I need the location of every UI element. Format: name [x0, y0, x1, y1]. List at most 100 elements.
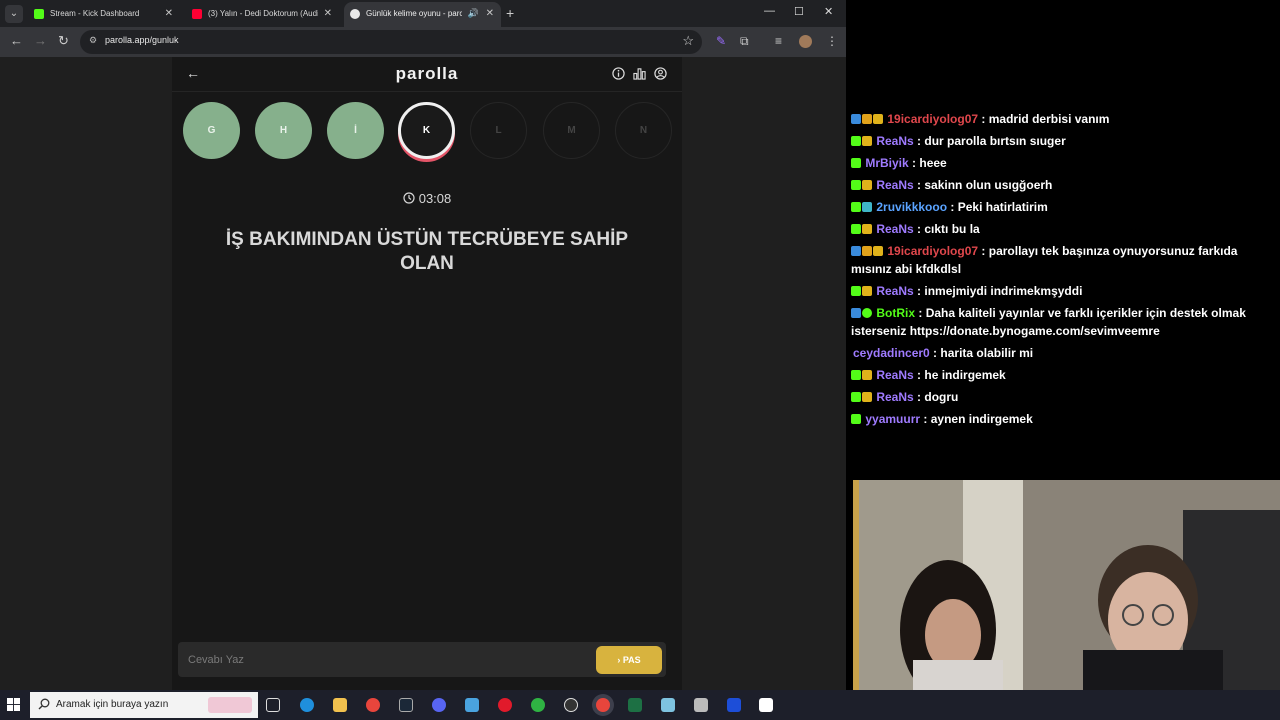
- chat-message: ReaNs : sakinn olun usıgğoerh: [851, 176, 1280, 194]
- chrome-icon[interactable]: [366, 698, 380, 712]
- letter-circle-g: G: [183, 102, 240, 159]
- close-icon[interactable]: ✕: [486, 2, 494, 25]
- profile-avatar[interactable]: [799, 35, 812, 48]
- opera-gx-icon[interactable]: [498, 698, 512, 712]
- chat-username[interactable]: 19icardiyolog07: [887, 112, 978, 126]
- parolla-favicon-icon: [350, 9, 360, 19]
- chat-username[interactable]: ReaNs: [876, 368, 913, 382]
- chat-username[interactable]: ceydadincer0: [853, 346, 930, 360]
- chat-message: ReaNs : he indirgemek: [851, 366, 1280, 384]
- letter-circle-l: L: [470, 102, 527, 159]
- edge-icon[interactable]: [300, 698, 314, 712]
- user-profile-icon[interactable]: [654, 67, 667, 80]
- badge-icon: [862, 202, 872, 212]
- obs-icon[interactable]: [564, 698, 578, 712]
- badge-icon: [851, 158, 861, 168]
- search-icon: [38, 698, 50, 710]
- answer-input[interactable]: [178, 642, 588, 677]
- excel-icon[interactable]: [628, 698, 642, 712]
- answer-form: › PAS: [178, 642, 666, 677]
- info-icon[interactable]: [612, 67, 625, 80]
- chat-message: 2ruvikkkooo : Peki hatirlatirim: [851, 198, 1280, 216]
- pass-label: PAS: [622, 655, 641, 665]
- chat-username[interactable]: BotRix: [876, 306, 915, 320]
- badge-icon: [851, 202, 861, 212]
- badge-icon: [851, 114, 861, 124]
- close-icon[interactable]: ✕: [165, 2, 173, 25]
- close-window-button[interactable]: ✕: [824, 5, 833, 18]
- tab-youtube[interactable]: (3) Yalın - Dedi Doktorum (Audi ✕: [186, 2, 339, 27]
- app-header: ← parolla: [172, 57, 682, 92]
- bookmark-star-icon[interactable]: ☆: [682, 33, 694, 49]
- browser-window: ⌄ Stream - Kick Dashboard ✕ (3) Yalın - …: [0, 0, 846, 720]
- reload-button[interactable]: ↻: [58, 34, 69, 48]
- chat-username[interactable]: ReaNs: [876, 284, 913, 298]
- tab-kick-dashboard[interactable]: Stream - Kick Dashboard ✕: [28, 2, 180, 27]
- app-icon[interactable]: [727, 698, 741, 712]
- tab-title: (3) Yalın - Dedi Doktorum (Audi: [208, 9, 318, 18]
- steam-icon[interactable]: [399, 698, 413, 712]
- letter-circle-h: H: [255, 102, 312, 159]
- app-logo[interactable]: parolla: [172, 64, 682, 84]
- maximize-button[interactable]: ☐: [794, 5, 804, 18]
- address-bar[interactable]: ⚙ parolla.app/gunluk ☆: [80, 30, 702, 54]
- badge-icon: [851, 392, 861, 402]
- webcam-image: [853, 480, 1280, 690]
- chat-message: ceydadincer0 : harita olabilir mi: [853, 346, 1034, 360]
- capcut-icon[interactable]: [759, 698, 773, 712]
- chat-text: cıktı bu la: [924, 222, 980, 236]
- chat-text: sakinn olun usıgğoerh: [924, 178, 1053, 192]
- taskbar-search[interactable]: Aramak için buraya yazın: [30, 692, 258, 718]
- chat-username[interactable]: ReaNs: [876, 222, 913, 236]
- notepad-icon[interactable]: [661, 698, 675, 712]
- minimize-button[interactable]: —: [764, 5, 775, 17]
- chat-username[interactable]: ReaNs: [876, 178, 913, 192]
- new-tab-button[interactable]: +: [506, 5, 514, 21]
- url-text: parolla.app/gunluk: [105, 35, 179, 45]
- windows-start-icon[interactable]: [7, 698, 20, 711]
- chat-text: dogru: [924, 390, 959, 404]
- timer-value: 03:08: [418, 191, 452, 206]
- audio-playing-icon[interactable]: 🔊: [468, 2, 479, 25]
- app-icon[interactable]: [465, 698, 479, 712]
- crown-badge-icon: [862, 180, 872, 190]
- pass-button[interactable]: › PAS: [596, 646, 662, 674]
- chat-text: Peki hatirlatirim: [957, 200, 1048, 214]
- close-icon[interactable]: ✕: [324, 2, 332, 25]
- chrome-active-icon[interactable]: [596, 698, 610, 712]
- extension-feather-icon[interactable]: ✎: [716, 34, 726, 48]
- chat-text: inmejmiydi indrimekmşyddi: [924, 284, 1083, 298]
- chat-text: dur parolla bırtsın sıuger: [924, 134, 1066, 148]
- site-info-icon[interactable]: ⚙: [89, 35, 97, 46]
- browser-menu-icon[interactable]: ⋮: [826, 34, 838, 48]
- xbox-icon[interactable]: [531, 698, 545, 712]
- forward-button[interactable]: →: [34, 34, 47, 48]
- chat-username[interactable]: 2ruvikkkooo: [876, 200, 947, 214]
- tab-search-button[interactable]: ⌄: [5, 5, 23, 23]
- media-control-icon[interactable]: ≡: [775, 34, 782, 48]
- task-view-icon[interactable]: [266, 698, 280, 712]
- discord-icon[interactable]: [432, 698, 446, 712]
- badge-icon: [862, 114, 872, 124]
- chat-username[interactable]: MrBiyik: [865, 156, 908, 170]
- calculator-icon[interactable]: [694, 698, 708, 712]
- chat-message: ReaNs : inmejmiydi indrimekmşyddi: [851, 282, 1280, 300]
- back-button[interactable]: ←: [10, 34, 23, 48]
- letter-circle-i: İ: [327, 102, 384, 159]
- badge-icon: [862, 246, 872, 256]
- chat-username[interactable]: ReaNs: [876, 134, 913, 148]
- screen: ⌄ Stream - Kick Dashboard ✕ (3) Yalın - …: [0, 0, 1280, 720]
- webcam-feed: [853, 480, 1280, 690]
- chat-message: yyamuurr : aynen indirgemek: [851, 410, 1280, 428]
- timer: 03:08: [172, 191, 682, 206]
- file-explorer-icon[interactable]: [333, 698, 347, 712]
- extensions-puzzle-icon[interactable]: ⧉: [740, 34, 749, 49]
- chat-username[interactable]: ReaNs: [876, 390, 913, 404]
- chat-username[interactable]: yyamuurr: [865, 412, 920, 426]
- tab-parolla[interactable]: Günlük kelime oyunu - parc 🔊 ✕: [344, 2, 501, 27]
- badge-icon: [851, 414, 861, 424]
- chat-text: madrid derbisi vanım: [988, 112, 1110, 126]
- stats-chart-icon[interactable]: [633, 67, 646, 80]
- chat-username[interactable]: 19icardiyolog07: [887, 244, 978, 258]
- youtube-favicon-icon: [192, 9, 202, 19]
